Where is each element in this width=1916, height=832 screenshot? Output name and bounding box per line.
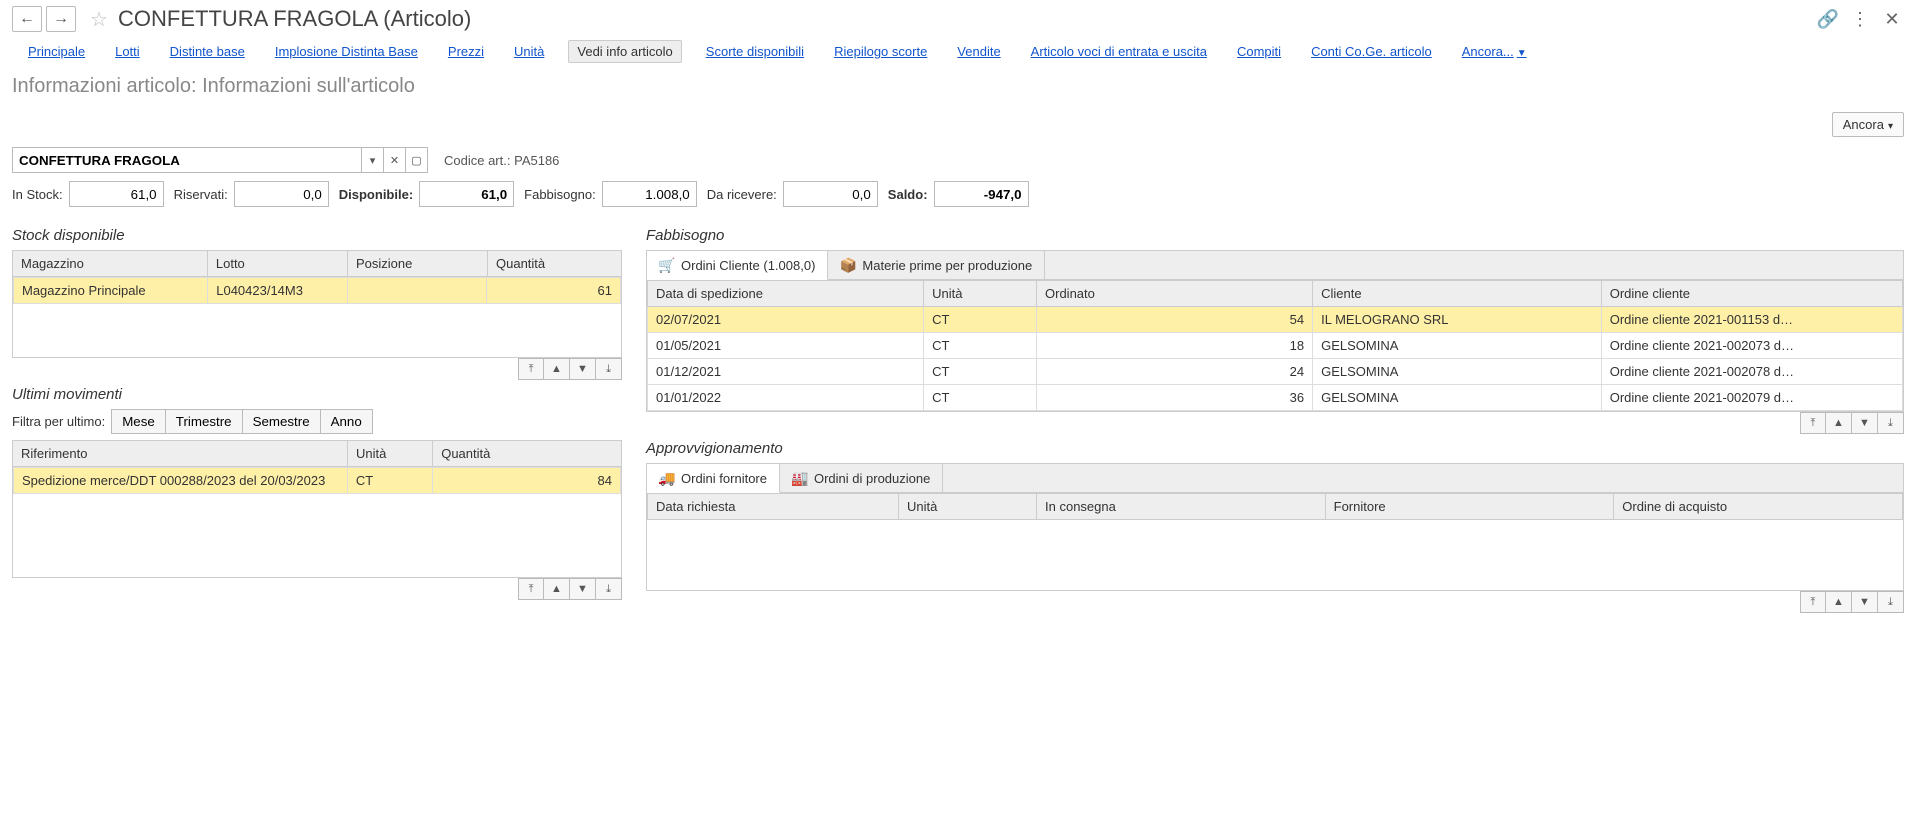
fab-col-data[interactable]: Data di spedizione xyxy=(648,281,924,307)
stock-row[interactable]: Magazzino Principale L040423/14M3 61 xyxy=(14,278,621,304)
tab-compiti[interactable]: Compiti xyxy=(1231,40,1287,63)
approv-tab-ordini-fornitore[interactable]: 🚚 Ordini fornitore xyxy=(647,464,780,493)
mov-col-unita[interactable]: Unità xyxy=(347,441,432,467)
article-name-input[interactable] xyxy=(12,147,362,173)
stock-pager-up[interactable]: ▲ xyxy=(544,358,570,380)
stock-col-magazzino[interactable]: Magazzino xyxy=(13,251,208,277)
chevron-down-icon: ▼ xyxy=(1517,48,1527,59)
movimenti-row[interactable]: Spedizione merce/DDT 000288/2023 del 20/… xyxy=(14,468,621,494)
fab-row[interactable]: 02/07/2021 CT 54 IL MELOGRANO SRL Ordine… xyxy=(648,307,1903,333)
fab-pager-down[interactable]: ▼ xyxy=(1852,412,1878,434)
tab-implosione[interactable]: Implosione Distinta Base xyxy=(269,40,424,63)
fab-col-ordine[interactable]: Ordine cliente xyxy=(1601,281,1902,307)
mov-col-quantita[interactable]: Quantità xyxy=(433,441,622,467)
approv-tab-ordini-produzione[interactable]: 🏭 Ordini di produzione xyxy=(780,464,943,492)
chevron-down-icon: ▾ xyxy=(1888,121,1893,132)
mov-pager-down[interactable]: ▼ xyxy=(570,578,596,600)
movimenti-title: Ultimi movimenti xyxy=(12,386,622,403)
fab-tab-ordini-cliente[interactable]: 🛒 Ordini Cliente (1.008,0) xyxy=(647,251,828,280)
stock-col-lotto[interactable]: Lotto xyxy=(207,251,347,277)
favorite-star-icon[interactable]: ☆ xyxy=(86,6,112,32)
article-open-button[interactable]: ▢ xyxy=(406,147,428,173)
tab-ancora-more[interactable]: Ancora...▼ xyxy=(1456,40,1533,63)
approv-title: Approvvigionamento xyxy=(646,440,1904,457)
mov-col-riferimento[interactable]: Riferimento xyxy=(13,441,348,467)
da-ricevere-field[interactable] xyxy=(783,181,878,207)
tab-distinte-base[interactable]: Distinte base xyxy=(164,40,251,63)
page-title: CONFETTURA FRAGOLA (Articolo) xyxy=(118,6,471,32)
riservati-field[interactable] xyxy=(234,181,329,207)
approv-pager-last[interactable]: ⤓ xyxy=(1878,591,1904,613)
fab-col-cliente[interactable]: Cliente xyxy=(1313,281,1602,307)
article-dropdown-button[interactable]: ▾ xyxy=(362,147,384,173)
filter-label: Filtra per ultimo: xyxy=(12,414,105,429)
filter-trimestre-button[interactable]: Trimestre xyxy=(166,409,243,434)
forward-button[interactable]: → xyxy=(46,6,76,32)
saldo-field[interactable] xyxy=(934,181,1029,207)
stock-pager-first[interactable]: ⤒ xyxy=(518,358,544,380)
tab-lotti[interactable]: Lotti xyxy=(109,40,146,63)
tab-vedi-info-articolo[interactable]: Vedi info articolo xyxy=(568,40,681,63)
fab-col-ordinato[interactable]: Ordinato xyxy=(1037,281,1313,307)
approv-col-data[interactable]: Data richiesta xyxy=(648,494,899,520)
tab-vendite[interactable]: Vendite xyxy=(951,40,1006,63)
tab-prezzi[interactable]: Prezzi xyxy=(442,40,490,63)
in-stock-field[interactable] xyxy=(69,181,164,207)
fabbisogno-label: Fabbisogno: xyxy=(524,187,596,202)
tab-conti-coge[interactable]: Conti Co.Ge. articolo xyxy=(1305,40,1438,63)
fab-tab-materie-prime[interactable]: 📦 Materie prime per produzione xyxy=(828,251,1045,279)
disponibile-label: Disponibile: xyxy=(339,187,413,202)
approv-col-consegna[interactable]: In consegna xyxy=(1037,494,1326,520)
fab-row[interactable]: 01/01/2022 CT 36 GELSOMINA Ordine client… xyxy=(648,385,1903,411)
filter-mese-button[interactable]: Mese xyxy=(111,409,166,434)
tab-voci-entrata-uscita[interactable]: Articolo voci di entrata e uscita xyxy=(1025,40,1213,63)
back-button[interactable]: ← xyxy=(12,6,42,32)
stock-col-posizione[interactable]: Posizione xyxy=(347,251,487,277)
fab-row[interactable]: 01/05/2021 CT 18 GELSOMINA Ordine client… xyxy=(648,333,1903,359)
in-stock-label: In Stock: xyxy=(12,187,63,202)
stock-title: Stock disponibile xyxy=(12,227,622,244)
approv-pager-down[interactable]: ▼ xyxy=(1852,591,1878,613)
saldo-label: Saldo: xyxy=(888,187,928,202)
close-icon[interactable]: ✕ xyxy=(1880,7,1904,31)
riservati-label: Riservati: xyxy=(174,187,228,202)
mov-pager-first[interactable]: ⤒ xyxy=(518,578,544,600)
fab-pager-first[interactable]: ⤒ xyxy=(1800,412,1826,434)
fab-pager-last[interactable]: ⤓ xyxy=(1878,412,1904,434)
subtitle: Informazioni articolo: Informazioni sull… xyxy=(0,71,1916,112)
mov-pager-last[interactable]: ⤓ xyxy=(596,578,622,600)
cart-icon: 🛒 xyxy=(659,257,675,273)
fabbisogno-title: Fabbisogno xyxy=(646,227,1904,244)
filter-anno-button[interactable]: Anno xyxy=(321,409,373,434)
factory-icon: 🏭 xyxy=(792,470,808,486)
stock-pager-last[interactable]: ⤓ xyxy=(596,358,622,380)
da-ricevere-label: Da ricevere: xyxy=(707,187,777,202)
approv-col-unita[interactable]: Unità xyxy=(898,494,1036,520)
fab-col-unita[interactable]: Unità xyxy=(924,281,1037,307)
article-code-label: Codice art.: PA5186 xyxy=(444,153,559,168)
tab-unita[interactable]: Unità xyxy=(508,40,550,63)
approv-col-ordine[interactable]: Ordine di acquisto xyxy=(1614,494,1903,520)
fab-pager-up[interactable]: ▲ xyxy=(1826,412,1852,434)
truck-icon: 🚚 xyxy=(659,470,675,486)
stock-pager-down[interactable]: ▼ xyxy=(570,358,596,380)
filter-semestre-button[interactable]: Semestre xyxy=(243,409,321,434)
mov-pager-up[interactable]: ▲ xyxy=(544,578,570,600)
package-icon: 📦 xyxy=(840,257,856,273)
stock-col-quantita[interactable]: Quantità xyxy=(488,251,622,277)
fab-row[interactable]: 01/12/2021 CT 24 GELSOMINA Ordine client… xyxy=(648,359,1903,385)
link-icon[interactable]: 🔗 xyxy=(1816,7,1840,31)
approv-pager-first[interactable]: ⤒ xyxy=(1800,591,1826,613)
tab-scorte-disponibili[interactable]: Scorte disponibili xyxy=(700,40,810,63)
fabbisogno-field[interactable] xyxy=(602,181,697,207)
tab-principale[interactable]: Principale xyxy=(22,40,91,63)
approv-pager-up[interactable]: ▲ xyxy=(1826,591,1852,613)
ancora-dropdown-button[interactable]: Ancora▾ xyxy=(1832,112,1904,137)
kebab-menu-icon[interactable]: ⋮ xyxy=(1848,7,1872,31)
tab-riepilogo-scorte[interactable]: Riepilogo scorte xyxy=(828,40,933,63)
article-clear-button[interactable]: ✕ xyxy=(384,147,406,173)
approv-col-fornitore[interactable]: Fornitore xyxy=(1325,494,1614,520)
disponibile-field[interactable] xyxy=(419,181,514,207)
